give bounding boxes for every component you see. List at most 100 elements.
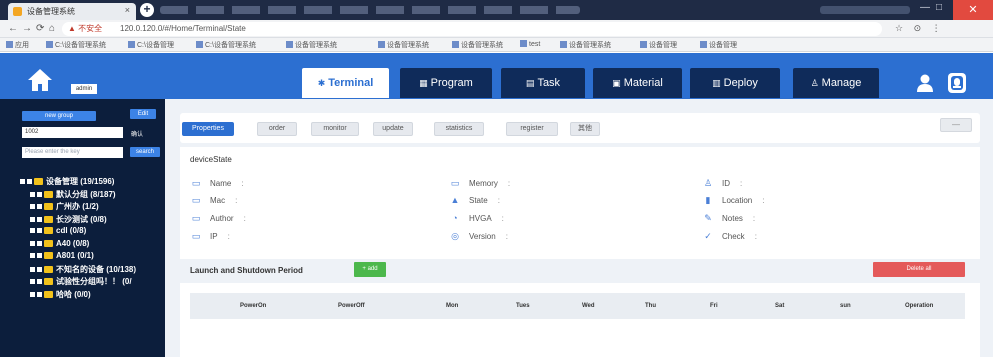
checkbox-icon[interactable]: [30, 240, 35, 246]
folder-icon: [44, 239, 53, 247]
subtab-properties[interactable]: Properties: [182, 122, 234, 136]
edit-group-button[interactable]: Edit: [130, 109, 156, 119]
window-close-button[interactable]: ✕: [953, 0, 993, 20]
bookmark-item[interactable]: 设备管理: [700, 40, 737, 50]
browser-tab[interactable]: 设备管理系统 ×: [8, 3, 136, 20]
user-label[interactable]: admin: [71, 84, 97, 94]
bookmark-item[interactable]: C:\设备管理系统: [46, 40, 106, 50]
tab-manage[interactable]: ♙ Manage: [793, 68, 879, 98]
checkbox-icon[interactable]: [30, 216, 35, 222]
id-icon: ♙: [703, 178, 713, 188]
material-icon: ▣: [612, 78, 621, 88]
field-version: ◎ Version:: [449, 231, 508, 242]
bookmark-icon: [452, 41, 459, 48]
checkbox-icon[interactable]: [37, 266, 42, 272]
device-state-panel: [180, 147, 980, 259]
collapse-button[interactable]: —: [940, 118, 972, 132]
group-input[interactable]: 1002: [22, 127, 123, 138]
field-label: IP: [210, 232, 218, 241]
tab-task[interactable]: ▤ Task: [501, 68, 585, 98]
program-icon: ▦: [419, 78, 428, 88]
home-browser-icon[interactable]: ⌂: [49, 23, 55, 34]
tab-material[interactable]: ▣ Material: [593, 68, 682, 98]
field-name: ▭ Name:: [190, 178, 244, 189]
bookmark-item[interactable]: 设备管理系统: [560, 40, 611, 50]
checkbox-icon[interactable]: [30, 253, 35, 258]
tree-item[interactable]: 试验性分组吗！！ (0/: [30, 276, 132, 287]
bookmark-item[interactable]: C:\设备管理系统: [196, 40, 256, 50]
tree-item[interactable]: 广州办 (1/2): [30, 201, 99, 212]
checkbox-icon[interactable]: [37, 191, 42, 197]
checkbox-icon[interactable]: [37, 279, 42, 284]
checkbox-icon[interactable]: [37, 204, 42, 209]
state-icon: ▲: [450, 195, 460, 205]
checkbox-icon[interactable]: [37, 253, 42, 258]
search-button[interactable]: search: [130, 147, 160, 157]
tree-item[interactable]: 长沙测试 (0/8): [30, 214, 107, 225]
maximize-icon[interactable]: □: [936, 2, 942, 13]
bookmark-item[interactable]: 设备管理: [640, 40, 677, 50]
hvga-icon: ◔: [452, 213, 458, 223]
checkbox-icon[interactable]: [37, 216, 42, 222]
tree-item[interactable]: A801 (0/1): [30, 251, 94, 260]
checkbox-icon[interactable]: [37, 240, 42, 246]
bookmark-item[interactable]: 设备管理系统: [378, 40, 429, 50]
tab-program[interactable]: ▦ Program: [400, 68, 492, 98]
close-tab-icon[interactable]: ×: [125, 5, 130, 15]
reload-icon[interactable]: ⟳: [36, 23, 44, 34]
tree-item[interactable]: 哈哈 (0/0): [30, 289, 91, 300]
other-tabs[interactable]: [160, 6, 580, 14]
checkbox-icon[interactable]: [30, 291, 35, 297]
user-icon[interactable]: [917, 74, 933, 92]
tree-item[interactable]: 设备管理 (19/1596): [20, 176, 114, 187]
bookmark-item[interactable]: C:\设备管理: [128, 40, 174, 50]
checkbox-icon[interactable]: [27, 179, 32, 184]
bookmark-label: 设备管理系统: [387, 42, 429, 49]
field-value: :: [754, 232, 757, 241]
checkbox-icon[interactable]: [30, 191, 35, 197]
new-tab-button[interactable]: +: [140, 3, 154, 17]
new-group-button[interactable]: new group: [22, 111, 96, 121]
checkbox-icon[interactable]: [30, 279, 35, 284]
subtab-update[interactable]: update: [373, 122, 413, 136]
url-input[interactable]: ▲ 不安全 120.0.120.0/#/Home/Terminal/State: [62, 22, 882, 36]
subtab-order[interactable]: order: [257, 122, 297, 136]
checkbox-icon[interactable]: [20, 179, 25, 184]
bookmark-icon: [520, 40, 527, 47]
search-input[interactable]: Please enter the key: [22, 147, 123, 158]
forward-icon[interactable]: →: [22, 23, 32, 34]
extension-icons[interactable]: ☆ ⊙ ⋮: [895, 23, 945, 34]
checkbox-icon[interactable]: [30, 228, 35, 233]
subtab-statistics[interactable]: statistics: [434, 122, 484, 136]
tree-item[interactable]: 默认分组 (8/187): [30, 189, 116, 200]
bookmark-item[interactable]: test: [520, 40, 540, 48]
checkbox-icon[interactable]: [30, 204, 35, 209]
tree-item[interactable]: 不知名的设备 (10/138): [30, 264, 136, 275]
back-icon[interactable]: ←: [8, 23, 18, 34]
subtab-monitor[interactable]: monitor: [311, 122, 359, 136]
tree-item[interactable]: A40 (0/8): [30, 239, 89, 248]
field-value: :: [497, 196, 500, 205]
minimize-icon[interactable]: —: [920, 2, 930, 13]
checkbox-icon[interactable]: [37, 291, 42, 297]
security-warning[interactable]: ▲ 不安全: [68, 23, 102, 34]
tab-terminal[interactable]: ✱ Terminal: [302, 68, 389, 98]
subtab-其他[interactable]: 其他: [570, 122, 600, 136]
home-icon[interactable]: [27, 68, 53, 92]
tab-deploy[interactable]: ▥ Deploy: [690, 68, 780, 98]
checkbox-icon[interactable]: [37, 228, 42, 233]
tree-item[interactable]: cdl (0/8): [30, 226, 86, 235]
memory-icon: ▭: [450, 178, 460, 188]
notification-icon[interactable]: [947, 72, 967, 94]
field-label: HVGA: [469, 214, 492, 223]
bookmark-item[interactable]: 设备管理系统: [286, 40, 337, 50]
delete-all-button[interactable]: Delete all: [873, 262, 965, 277]
profile-area[interactable]: [820, 6, 910, 14]
field-value: :: [227, 232, 230, 241]
subtab-register[interactable]: register: [506, 122, 558, 136]
bookmark-item[interactable]: 设备管理系统: [452, 40, 503, 50]
group-confirm-label[interactable]: 确认: [131, 129, 143, 138]
bookmark-item[interactable]: 应用: [6, 40, 29, 50]
add-period-button[interactable]: + add: [354, 262, 386, 277]
checkbox-icon[interactable]: [30, 266, 35, 272]
